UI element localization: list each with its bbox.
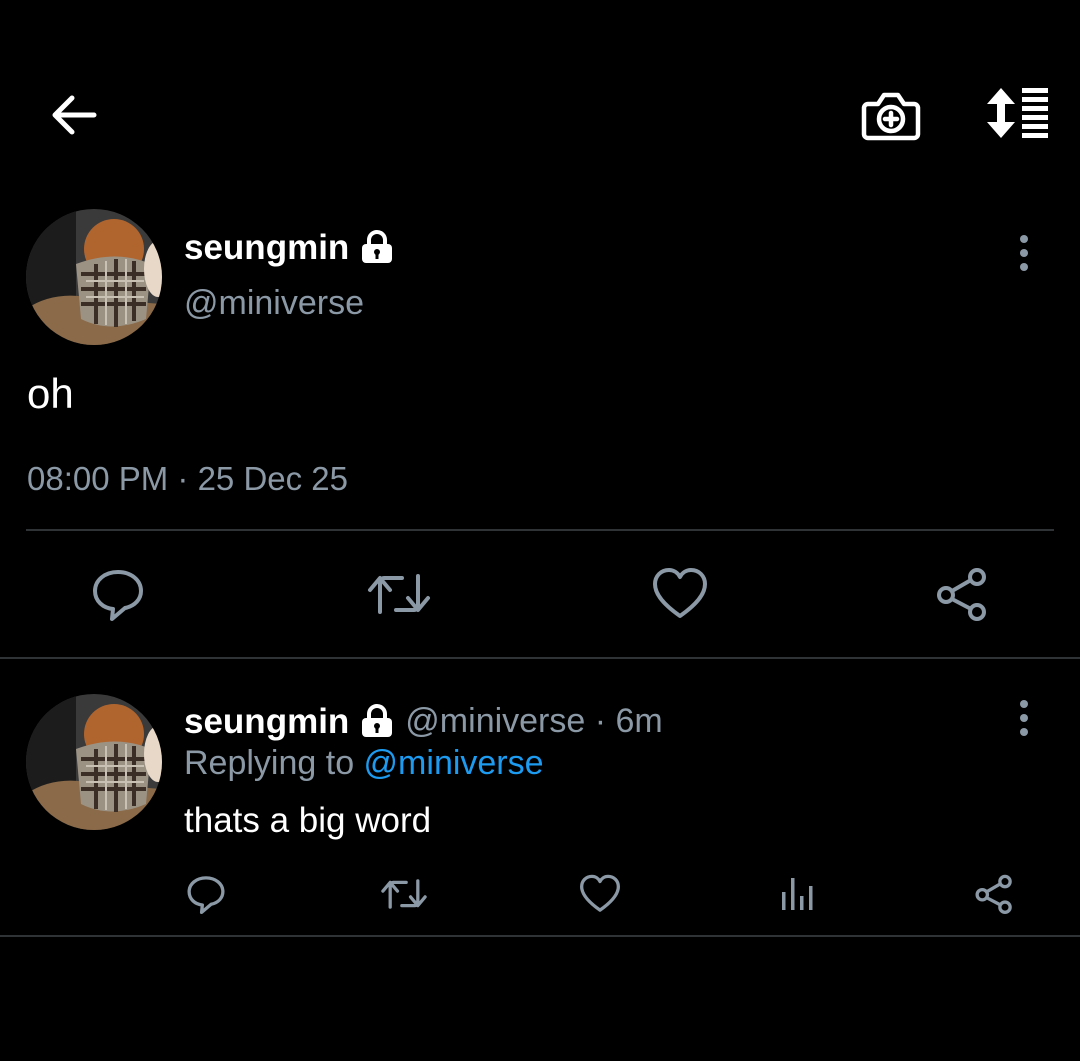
meta-separator: · <box>585 702 616 740</box>
retweet-button[interactable] <box>380 872 428 916</box>
share-icon <box>975 874 1012 914</box>
author-name-row[interactable]: seungmin <box>184 229 395 265</box>
back-button[interactable] <box>44 86 102 144</box>
heart-icon <box>580 874 620 912</box>
tweet-time: 08:00 PM <box>27 460 169 497</box>
share-button[interactable] <box>972 872 1016 916</box>
replying-to-mention[interactable]: @miniverse <box>364 744 544 782</box>
heart-icon <box>653 568 707 618</box>
divider <box>0 657 1080 659</box>
reply-icon <box>187 876 225 914</box>
add-photo-button[interactable] <box>858 84 924 146</box>
retweet-icon <box>368 574 430 614</box>
avatar[interactable] <box>26 209 162 345</box>
user-handle[interactable]: @miniverse <box>184 286 364 320</box>
camera-plus-icon <box>861 92 921 141</box>
divider <box>0 935 1080 937</box>
tweet-date: 25 Dec 25 <box>197 460 349 497</box>
retweet-button[interactable] <box>366 564 432 624</box>
tweet-text: oh <box>27 370 74 417</box>
more-vertical-icon <box>1020 700 1028 736</box>
arrow-left-icon <box>52 95 97 135</box>
reply-meta: @miniverse · 6m <box>405 704 662 738</box>
reply-button[interactable] <box>184 872 228 916</box>
reply-header: seungmin @miniverse · 6m <box>184 703 663 739</box>
reply-icon <box>93 570 143 621</box>
share-button[interactable] <box>932 564 992 624</box>
analytics-icon <box>782 878 813 910</box>
lock-icon <box>362 230 393 263</box>
timestamp-separator: · <box>168 460 198 497</box>
replying-to-label: Replying to <box>184 744 364 782</box>
sort-replies-button[interactable] <box>982 84 1054 142</box>
divider <box>26 529 1054 531</box>
analytics-button[interactable] <box>776 872 820 916</box>
retweet-icon <box>381 879 427 909</box>
like-button[interactable] <box>650 564 710 624</box>
reply-button[interactable] <box>88 564 148 624</box>
like-button[interactable] <box>578 872 622 916</box>
replying-to: Replying to @miniverse <box>184 746 544 780</box>
avatar[interactable] <box>26 694 162 830</box>
display-name[interactable]: seungmin <box>184 230 349 265</box>
tweet-text: thats a big word <box>184 801 432 840</box>
more-options-button[interactable] <box>1004 233 1044 273</box>
lock-icon <box>362 704 393 737</box>
more-vertical-icon <box>1020 235 1028 271</box>
share-icon <box>937 568 986 621</box>
sort-list-icon <box>987 88 1048 138</box>
tweet-age: 6m <box>615 702 663 740</box>
more-options-button[interactable] <box>1004 698 1044 738</box>
display-name[interactable]: seungmin <box>184 704 349 739</box>
user-handle[interactable]: @miniverse <box>405 702 585 740</box>
tweet-timestamp: 08:00 PM · 25 Dec 25 <box>27 462 348 495</box>
